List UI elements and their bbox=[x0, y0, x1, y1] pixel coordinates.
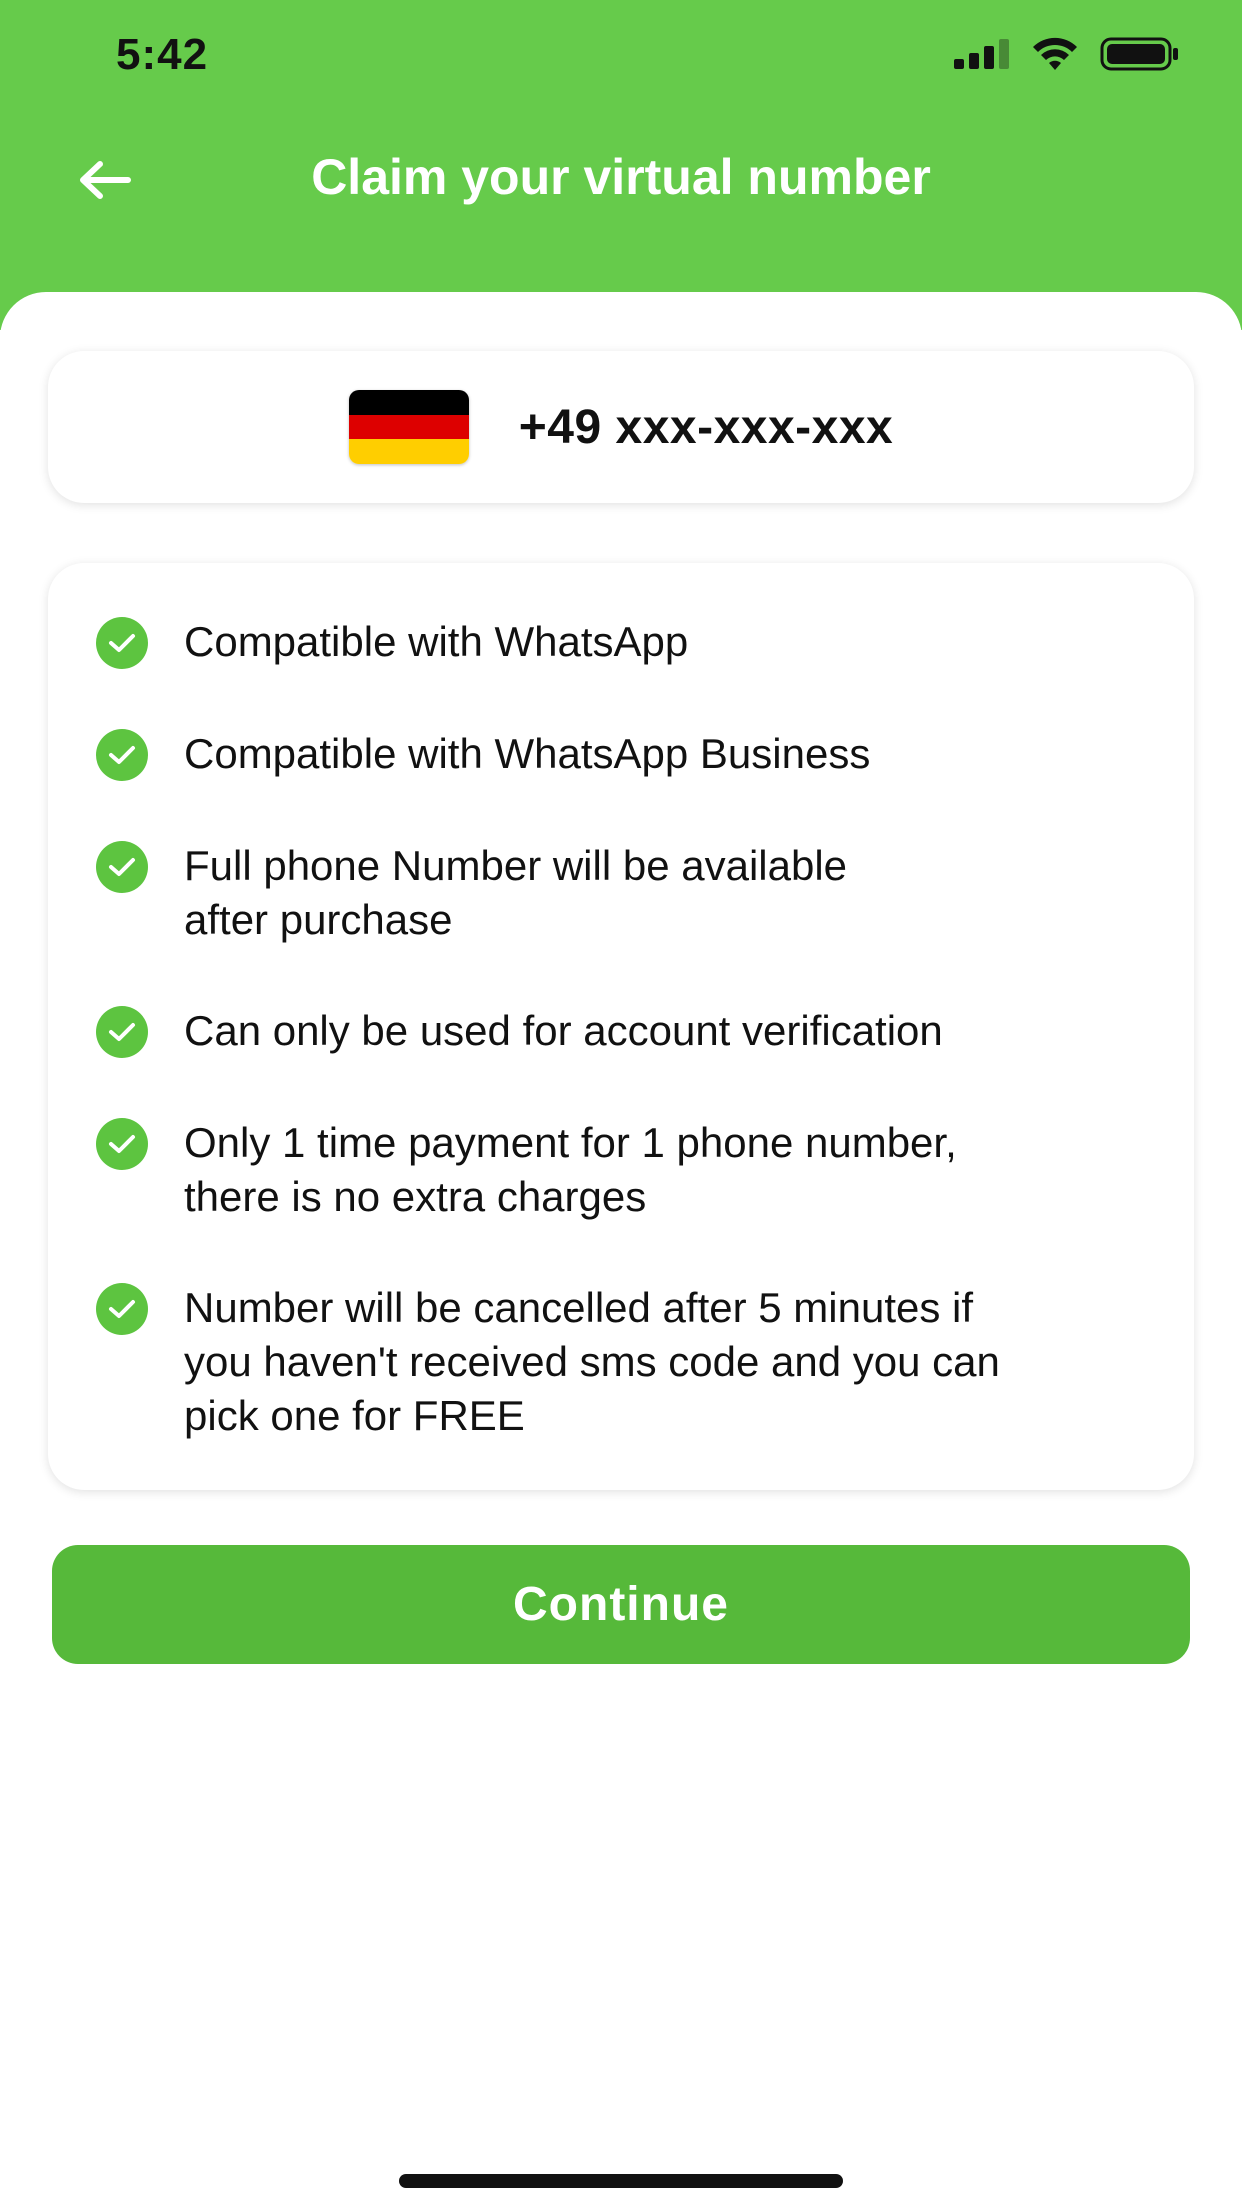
germany-flag-icon bbox=[348, 390, 469, 464]
feature-item: Compatible with WhatsApp bbox=[96, 615, 1144, 669]
features-card: Compatible with WhatsApp Compatible with… bbox=[48, 563, 1194, 1490]
battery-icon bbox=[1100, 36, 1180, 77]
check-circle-icon bbox=[96, 729, 148, 781]
check-circle-icon bbox=[96, 617, 148, 669]
continue-button[interactable]: Continue bbox=[52, 1545, 1190, 1664]
app-header: 5:42 Claim your virtual number bbox=[0, 0, 1242, 330]
check-circle-icon bbox=[96, 1118, 148, 1170]
feature-item: Only 1 time payment for 1 phone number, … bbox=[96, 1116, 1144, 1224]
feature-text: Number will be cancelled after 5 minutes… bbox=[184, 1284, 1000, 1439]
feature-item: Number will be cancelled after 5 minutes… bbox=[96, 1281, 1144, 1443]
wifi-icon bbox=[1030, 36, 1080, 77]
phone-number: +49 xxx-xxx-xxx bbox=[518, 400, 894, 454]
feature-text: Only 1 time payment for 1 phone number, … bbox=[184, 1119, 957, 1220]
feature-item: Full phone Number will be available afte… bbox=[96, 839, 1144, 947]
feature-text: Compatible with WhatsApp bbox=[184, 618, 689, 665]
feature-text: Can only be used for account verificatio… bbox=[184, 1007, 943, 1054]
feature-item: Compatible with WhatsApp Business bbox=[96, 727, 1144, 781]
feature-text: Full phone Number will be available afte… bbox=[184, 842, 848, 943]
check-circle-icon bbox=[96, 841, 148, 893]
home-indicator[interactable] bbox=[399, 2174, 843, 2188]
page-title: Claim your virtual number bbox=[311, 149, 931, 205]
status-icons bbox=[954, 36, 1180, 77]
feature-text: Compatible with WhatsApp Business bbox=[184, 730, 871, 777]
check-circle-icon bbox=[96, 1283, 148, 1335]
virtual-number-card: +49 xxx-xxx-xxx bbox=[48, 351, 1194, 503]
check-circle-icon bbox=[96, 1006, 148, 1058]
cellular-signal-icon bbox=[954, 38, 1010, 74]
feature-item: Can only be used for account verificatio… bbox=[96, 1004, 1144, 1058]
status-time: 5:42 bbox=[116, 30, 209, 79]
